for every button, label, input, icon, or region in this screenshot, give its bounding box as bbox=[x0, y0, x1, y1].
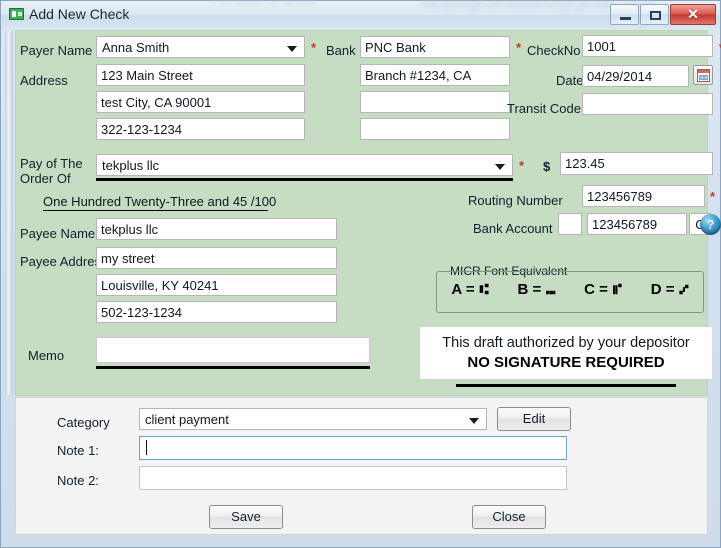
micr-equivalent-item: B = ⑉ bbox=[518, 280, 556, 298]
checkno-label: CheckNo bbox=[527, 43, 581, 58]
save-button[interactable]: Save bbox=[209, 505, 283, 529]
chevron-down-icon bbox=[469, 418, 479, 424]
bank-branch-input[interactable] bbox=[360, 64, 510, 86]
amount-input[interactable] bbox=[560, 152, 713, 175]
note2-label: Note 2: bbox=[57, 473, 99, 488]
note2-input[interactable] bbox=[139, 466, 567, 490]
micr-letter-a: A = bbox=[451, 280, 475, 298]
payer-name-combo[interactable]: Anna Smith bbox=[96, 36, 305, 58]
left-scroll-edge[interactable] bbox=[5, 31, 13, 395]
note1-input[interactable] bbox=[139, 436, 567, 460]
payee-address-line3-input[interactable] bbox=[96, 301, 337, 323]
bank-name-input[interactable] bbox=[360, 36, 510, 58]
category-value: client payment bbox=[145, 412, 229, 427]
payer-address-line2-input[interactable] bbox=[96, 91, 305, 113]
dollar-sign-label: $ bbox=[543, 159, 551, 174]
calendar-icon bbox=[697, 69, 710, 82]
edit-category-button[interactable]: Edit bbox=[497, 407, 571, 431]
micr-equivalent-item: A = ⑆ bbox=[451, 280, 488, 298]
category-notes-panel: Category client payment Edit Note 1: Not… bbox=[15, 397, 708, 535]
payee-address-line1-input[interactable] bbox=[96, 247, 337, 269]
draft-signature-line bbox=[456, 384, 676, 387]
chevron-down-icon bbox=[495, 164, 505, 170]
pay-order-underline bbox=[96, 178, 513, 181]
category-combo[interactable]: client payment bbox=[139, 408, 487, 430]
bank-account-input[interactable] bbox=[587, 213, 687, 235]
note1-label: Note 1: bbox=[57, 443, 99, 458]
memo-label: Memo bbox=[28, 348, 65, 363]
title-bar: Printout Checks helpinghandsone@gmail.co… bbox=[1, 0, 720, 29]
pay-order-value: tekplus llc bbox=[102, 158, 160, 173]
check-money-icon bbox=[9, 8, 24, 20]
micr-letter-c: C = bbox=[584, 280, 608, 298]
bank-required: * bbox=[516, 40, 522, 55]
bank-account-prefix-input[interactable] bbox=[558, 213, 582, 235]
micr-letter-b: B = bbox=[517, 280, 542, 298]
payee-address-label: Payee Address bbox=[20, 254, 108, 269]
draft-authorization-box: This draft authorized by your depositor … bbox=[420, 327, 712, 379]
chevron-down-icon bbox=[287, 46, 297, 52]
close-icon: ✕ bbox=[687, 6, 699, 22]
draft-authorization-line2: NO SIGNATURE REQUIRED bbox=[467, 354, 665, 371]
date-input[interactable] bbox=[582, 65, 689, 87]
pay-order-label-line1: Pay of The bbox=[20, 156, 83, 171]
micr-letter-d: D = bbox=[650, 280, 675, 298]
micr-symbol-b: ⑉ bbox=[546, 280, 556, 298]
window-title: Add New Check bbox=[29, 6, 130, 22]
checkno-input[interactable] bbox=[582, 35, 713, 57]
note1-wrapper bbox=[139, 436, 567, 460]
close-form-button[interactable]: Close bbox=[472, 505, 546, 529]
micr-symbol-a: ⑆ bbox=[479, 280, 489, 298]
payer-name-value: Anna Smith bbox=[102, 40, 170, 55]
payer-address-line3-input[interactable] bbox=[96, 118, 305, 140]
transit-code-label: Transit Code bbox=[507, 101, 581, 116]
pay-order-required: * bbox=[519, 158, 525, 173]
date-picker-button[interactable] bbox=[693, 65, 713, 85]
help-globe-icon[interactable] bbox=[700, 214, 721, 235]
micr-symbol-d: ⑇ bbox=[679, 280, 689, 298]
bank-line3-input[interactable] bbox=[360, 91, 510, 113]
routing-number-label: Routing Number bbox=[468, 193, 563, 208]
background-watermark-left: Printout Checks bbox=[211, 0, 361, 25]
window-controls: ✕ bbox=[609, 4, 716, 25]
amount-in-words: One Hundred Twenty-Three and 45 /100 bbox=[43, 194, 277, 211]
routing-number-input[interactable] bbox=[582, 185, 705, 207]
minimize-icon bbox=[620, 17, 631, 20]
draft-authorization-line1: This draft authorized by your depositor bbox=[442, 335, 690, 351]
maximize-button[interactable] bbox=[640, 4, 669, 25]
payee-address-line2-input[interactable] bbox=[96, 274, 337, 296]
micr-symbol-c: ⑈ bbox=[612, 280, 622, 298]
micr-equivalent-item: C = ⑈ bbox=[584, 280, 622, 298]
routing-required: * bbox=[710, 189, 716, 204]
category-label: Category bbox=[57, 415, 110, 430]
transit-code-input[interactable] bbox=[582, 93, 713, 115]
date-label: Date bbox=[556, 73, 584, 88]
memo-input[interactable] bbox=[96, 337, 370, 363]
check-preview-panel: Payer Name Anna Smith * Bank * CheckNo *… bbox=[15, 30, 721, 418]
minimize-button[interactable] bbox=[610, 4, 639, 25]
address-label: Address bbox=[20, 73, 68, 88]
pay-order-combo[interactable]: tekplus llc bbox=[96, 154, 513, 176]
payer-address-line1-input[interactable] bbox=[96, 64, 305, 86]
payee-name-input[interactable] bbox=[96, 218, 337, 240]
bank-account-label: Bank Account bbox=[473, 221, 553, 236]
payer-name-label: Payer Name bbox=[20, 43, 93, 58]
micr-equivalent-row: A = ⑆ B = ⑉ C = ⑈ D = ⑇ bbox=[437, 280, 703, 298]
micr-font-equivalent-group: A = ⑆ B = ⑉ C = ⑈ D = ⑇ bbox=[436, 271, 704, 313]
bank-label: Bank bbox=[326, 43, 356, 58]
pay-order-label-line2: Order Of bbox=[20, 171, 71, 186]
micr-equivalent-item: D = ⑇ bbox=[651, 280, 689, 298]
maximize-icon bbox=[650, 11, 661, 20]
payee-name-label: Payee Name bbox=[20, 226, 96, 241]
bank-line4-input[interactable] bbox=[360, 118, 510, 140]
text-cursor bbox=[146, 440, 147, 455]
close-button[interactable]: ✕ bbox=[670, 4, 716, 25]
memo-signature-line bbox=[96, 366, 370, 369]
add-new-check-window: Printout Checks helpinghandsone@gmail.co… bbox=[0, 0, 721, 548]
payer-name-required: * bbox=[311, 40, 317, 55]
